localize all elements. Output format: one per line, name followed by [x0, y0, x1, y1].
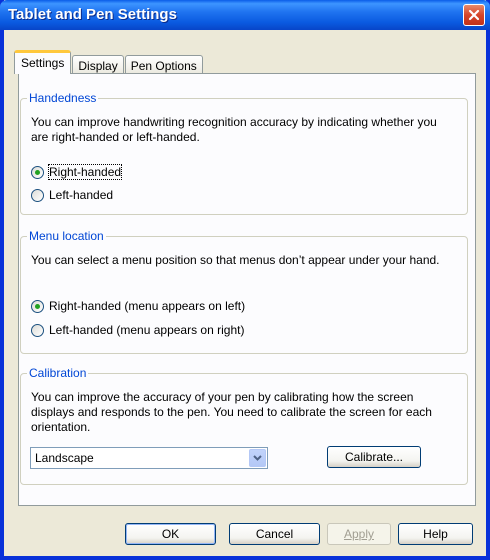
tab-settings-label: Settings: [21, 55, 65, 70]
tab-pen-options-label: Pen Options: [130, 58, 197, 73]
tab-display-label: Display: [78, 58, 118, 73]
tab-settings[interactable]: Settings: [14, 50, 72, 74]
ok-button-label: OK: [161, 527, 180, 541]
orientation-value: Landscape: [35, 451, 94, 465]
handedness-legend: Handedness: [27, 91, 99, 105]
radio-menu-left[interactable]: Right-handed (menu appears on left): [31, 299, 245, 313]
calibrate-button[interactable]: Calibrate...: [327, 446, 421, 468]
calibrate-button-label: Calibrate...: [344, 450, 404, 464]
radio-indicator[interactable]: [31, 165, 44, 179]
handedness-description: You can improve handwriting recognition …: [31, 115, 437, 144]
title-bar[interactable]: Tablet and Pen Settings: [0, 0, 490, 30]
calibration-description: You can improve the accuracy of your pen…: [31, 390, 432, 434]
apply-button-label: Apply: [343, 527, 375, 541]
radio-left-handed-label[interactable]: Left-handed: [49, 188, 113, 202]
radio-menu-left-label[interactable]: Right-handed (menu appears on left): [49, 299, 245, 313]
help-button[interactable]: Help: [398, 523, 473, 545]
cancel-button-label: Cancel: [255, 527, 294, 541]
radio-right-handed-label[interactable]: Right-handed: [47, 164, 123, 180]
radio-dot: [35, 303, 40, 309]
handedness-group: Handedness You can improve handwriting r…: [20, 91, 468, 215]
window-title: Tablet and Pen Settings: [8, 6, 177, 23]
close-icon: [468, 9, 480, 21]
close-button[interactable]: [463, 4, 485, 26]
tab-pen-options[interactable]: Pen Options: [124, 55, 203, 75]
radio-indicator[interactable]: [31, 323, 44, 337]
radio-indicator[interactable]: [31, 299, 44, 313]
apply-button[interactable]: Apply: [327, 523, 391, 545]
orientation-dropdown[interactable]: Landscape: [30, 447, 268, 469]
radio-left-handed[interactable]: Left-handed: [31, 188, 113, 202]
calibration-legend: Calibration: [27, 366, 89, 380]
tab-strip: Settings Display Pen Options: [14, 49, 204, 75]
ok-button[interactable]: OK: [125, 523, 216, 545]
cancel-button[interactable]: Cancel: [229, 523, 320, 545]
radio-menu-right[interactable]: Left-handed (menu appears on right): [31, 323, 244, 337]
menu-location-description: You can select a menu position so that m…: [31, 253, 440, 267]
dropdown-arrow-button[interactable]: [249, 449, 266, 467]
radio-indicator[interactable]: [31, 188, 44, 202]
radio-menu-right-label[interactable]: Left-handed (menu appears on right): [49, 323, 244, 337]
radio-dot: [35, 169, 40, 175]
help-button-label: Help: [423, 527, 448, 541]
menu-location-group: Menu location You can select a menu posi…: [20, 229, 468, 354]
tab-display[interactable]: Display: [72, 55, 124, 75]
radio-right-handed[interactable]: Right-handed: [31, 164, 123, 180]
menu-location-legend: Menu location: [27, 229, 106, 243]
chevron-down-icon: [253, 455, 262, 461]
